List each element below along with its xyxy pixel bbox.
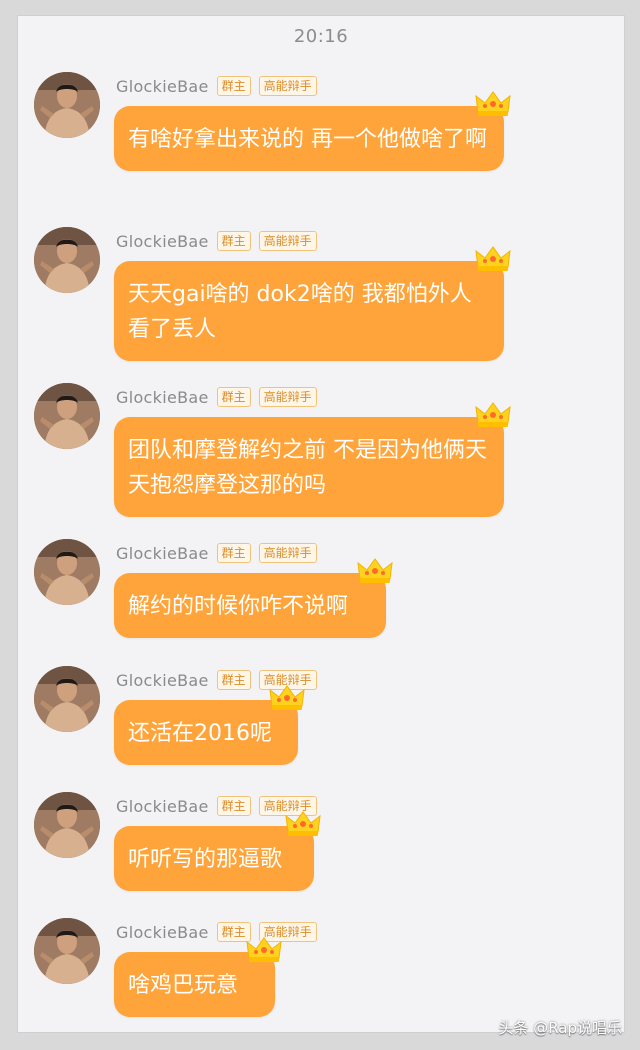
message-bubble[interactable]: 啥鸡巴玩意 — [114, 937, 282, 1017]
avatar-icon — [34, 539, 100, 605]
chat-message: GlockieBae 群主 高能辩手 天天gai啥的 dok2啥的 我都怕外人看… — [34, 227, 594, 372]
message-text: 有啥好拿出来说的 再一个他做啥了啊 — [128, 127, 487, 152]
message-text: 还活在2016呢 — [128, 721, 272, 746]
owner-badge: 群主 — [216, 796, 251, 816]
sender-name[interactable]: GlockieBae — [116, 797, 209, 816]
title-badge: 高能辩手 — [258, 670, 317, 690]
avatar[interactable] — [34, 666, 100, 732]
avatar[interactable] — [34, 383, 100, 449]
chat-message: GlockieBae 群主 高能辩手 听听写的那逼歌 — [34, 792, 594, 902]
chat-message: GlockieBae 群主 高能辩手 还活在2016呢 — [34, 666, 594, 776]
owner-badge: 群主 — [216, 543, 251, 563]
owner-badge: 群主 — [216, 76, 251, 96]
sender-name[interactable]: GlockieBae — [116, 544, 209, 563]
avatar[interactable] — [34, 918, 100, 984]
sender-name[interactable]: GlockieBae — [116, 671, 209, 690]
chat-message: GlockieBae 群主 高能辩手 有啥好拿出来说的 再一个他做啥了啊 — [34, 72, 594, 217]
title-badge: 高能辩手 — [258, 76, 317, 96]
sender-name[interactable]: GlockieBae — [116, 77, 209, 96]
owner-badge: 群主 — [216, 922, 251, 942]
crown-icon — [472, 399, 514, 431]
message-bubble[interactable]: 有啥好拿出来说的 再一个他做啥了啊 — [114, 91, 511, 171]
message-bubble[interactable]: 听听写的那逼歌 — [114, 811, 321, 891]
chat-panel: 20:16 GlockieBae 群主 高能辩手 有啥好拿出来说的 再一个他做啥… — [18, 16, 624, 1032]
sender-info: GlockieBae 群主 高能辩手 — [116, 74, 317, 98]
sender-info: GlockieBae 群主 高能辩手 — [116, 229, 317, 253]
avatar[interactable] — [34, 539, 100, 605]
owner-badge: 群主 — [216, 231, 251, 251]
sender-name[interactable]: GlockieBae — [116, 923, 209, 942]
message-timestamp: 20:16 — [293, 26, 349, 47]
crown-icon — [472, 88, 514, 120]
crown-icon — [354, 555, 396, 587]
title-badge: 高能辩手 — [258, 387, 317, 407]
avatar-icon — [34, 792, 100, 858]
sender-name[interactable]: GlockieBae — [116, 232, 209, 251]
avatar-icon — [34, 383, 100, 449]
message-text: 解约的时候你咋不说啊 — [128, 594, 349, 619]
avatar[interactable] — [34, 72, 100, 138]
avatar-icon — [34, 227, 100, 293]
message-text: 天天gai啥的 dok2啥的 我都怕外人看了丢人 — [128, 282, 472, 342]
sender-info: GlockieBae 群主 高能辩手 — [116, 794, 317, 818]
sender-info: GlockieBae 群主 高能辩手 — [116, 385, 317, 409]
chat-message: GlockieBae 群主 高能辩手 啥鸡巴玩意 — [34, 918, 594, 1028]
avatar[interactable] — [34, 792, 100, 858]
message-bubble[interactable]: 还活在2016呢 — [114, 685, 305, 765]
chat-message: GlockieBae 群主 高能辩手 团队和摩登解约之前 不是因为他俩天天抱怨摩… — [34, 383, 594, 528]
message-bubble[interactable]: 解约的时候你咋不说啊 — [114, 558, 393, 638]
message-text: 团队和摩登解约之前 不是因为他俩天天抱怨摩登这那的吗 — [128, 438, 487, 498]
watermark: 头条 @Rap说唱乐 — [498, 1019, 622, 1037]
sender-info: GlockieBae 群主 高能辩手 — [116, 541, 317, 565]
owner-badge: 群主 — [216, 670, 251, 690]
message-bubble[interactable]: 团队和摩登解约之前 不是因为他俩天天抱怨摩登这那的吗 — [114, 402, 511, 517]
sender-name[interactable]: GlockieBae — [116, 388, 209, 407]
crown-icon — [472, 243, 514, 275]
avatar-icon — [34, 666, 100, 732]
title-badge: 高能辩手 — [258, 543, 317, 563]
sender-info: GlockieBae 群主 高能辩手 — [116, 920, 317, 944]
sender-info: GlockieBae 群主 高能辩手 — [116, 668, 317, 692]
message-text: 啥鸡巴玩意 — [128, 973, 239, 998]
owner-badge: 群主 — [216, 387, 251, 407]
chat-message: GlockieBae 群主 高能辩手 解约的时候你咋不说啊 — [34, 539, 594, 649]
message-text: 听听写的那逼歌 — [128, 847, 283, 872]
message-bubble[interactable]: 天天gai啥的 dok2啥的 我都怕外人看了丢人 — [114, 246, 511, 361]
title-badge: 高能辩手 — [258, 231, 317, 251]
avatar-icon — [34, 918, 100, 984]
avatar-icon — [34, 72, 100, 138]
avatar[interactable] — [34, 227, 100, 293]
title-badge: 高能辩手 — [258, 922, 317, 942]
title-badge: 高能辩手 — [258, 796, 317, 816]
